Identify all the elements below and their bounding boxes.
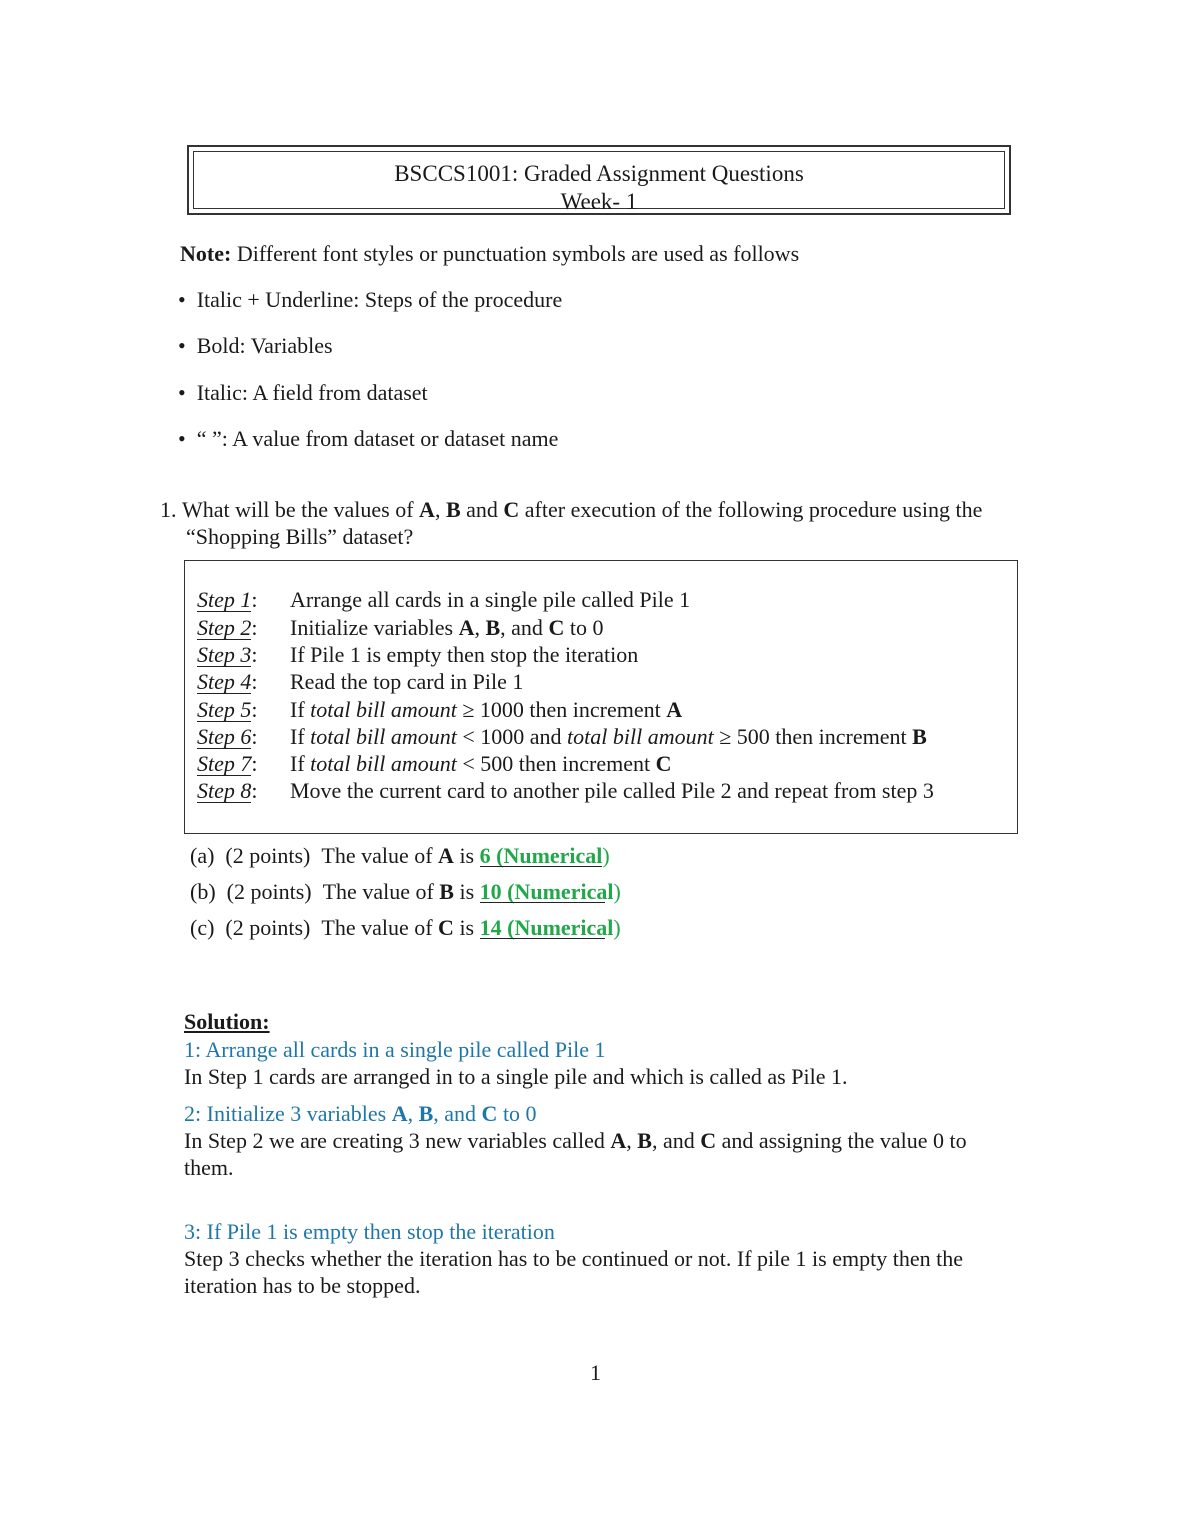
question-number: 1. [160, 497, 177, 522]
step-label: Step 3 [197, 642, 252, 667]
step-text: If total bill amount < 500 then incremen… [290, 751, 672, 776]
note-item: • “ ”: A value from dataset or dataset n… [178, 426, 559, 451]
step-text: Read the top card in Pile 1 [290, 669, 524, 694]
page-number: 1 [590, 1360, 601, 1385]
step-text: Arrange all cards in a single pile calle… [290, 587, 691, 612]
step-label: Step 1 [197, 587, 252, 612]
question-1-line1: 1. What will be the values of A, B and C… [160, 497, 983, 522]
step-text: If total bill amount < 1000 and total bi… [290, 724, 927, 749]
subpart-c: (c) (2 points) The value of C is 14 (Num… [190, 915, 621, 940]
subpart-a: (a) (2 points) The value of A is 6 (Nume… [190, 843, 610, 868]
var-c: C [503, 497, 520, 522]
step-label: Step 7 [197, 751, 252, 776]
document-title: BSCCS1001: Graded Assignment Questions [394, 161, 804, 186]
solution-body: In Step 2 we are creating 3 new variable… [184, 1128, 967, 1153]
note-text: Different font styles or punctuation sym… [236, 241, 800, 266]
solution-heading: 2: Initialize 3 variables A, B, and C to… [184, 1101, 537, 1126]
note-item: • Italic: A field from dataset [178, 380, 428, 405]
solution-heading: 3: If Pile 1 is empty then stop the iter… [184, 1219, 555, 1244]
bullet-icon: • [178, 333, 186, 358]
solution-heading: 1: Arrange all cards in a single pile ca… [184, 1037, 606, 1062]
solution-body-cont: them. [184, 1155, 234, 1180]
subpart-b: (b) (2 points) The value of B is 10 (Num… [190, 879, 621, 904]
var-b: B [445, 497, 461, 522]
answer-c: 14 (Numerical [479, 915, 614, 940]
step-label: Step 6 [197, 724, 252, 749]
question-1-line2: “Shopping Bills” dataset? [186, 524, 414, 549]
note-label: Note: [180, 241, 232, 266]
step-label: Step 2 [197, 615, 252, 640]
step-label: Step 8 [197, 778, 252, 803]
bullet-icon: • [178, 287, 186, 312]
solution-body: Step 3 checks whether the iteration has … [184, 1246, 963, 1271]
title-box: BSCCS1001: Graded Assignment Questions W… [187, 145, 1011, 215]
document-page: BSCCS1001: Graded Assignment Questions W… [0, 0, 1200, 1524]
bullet-icon: • [178, 426, 186, 451]
step-text: If Pile 1 is empty then stop the iterati… [290, 642, 639, 667]
step-text: If total bill amount ≥ 1000 then increme… [290, 697, 683, 722]
step-text: Move the current card to another pile ca… [290, 778, 934, 803]
note-item: • Bold: Variables [178, 333, 333, 358]
note-item: • Italic + Underline: Steps of the proce… [178, 287, 563, 312]
solution-title: Solution: [184, 1009, 270, 1034]
step-text: Initialize variables A, B, and C to 0 [290, 615, 604, 640]
note-line: Note: Different font styles or punctuati… [180, 240, 799, 268]
answer-b: 10 (Numerical [479, 879, 614, 904]
var-a: A [419, 497, 435, 522]
bullet-icon: • [178, 380, 186, 405]
document-subtitle: Week- 1 [560, 189, 638, 214]
title-inner-frame: BSCCS1001: Graded Assignment Questions W… [193, 151, 1005, 214]
step-label: Step 4 [197, 669, 252, 694]
step-label: Step 5 [197, 697, 252, 722]
solution-body-cont: iteration has to be stopped. [184, 1273, 421, 1298]
solution-body: In Step 1 cards are arranged in to a sin… [184, 1064, 848, 1089]
answer-a: 6 (Numerical [479, 843, 603, 868]
